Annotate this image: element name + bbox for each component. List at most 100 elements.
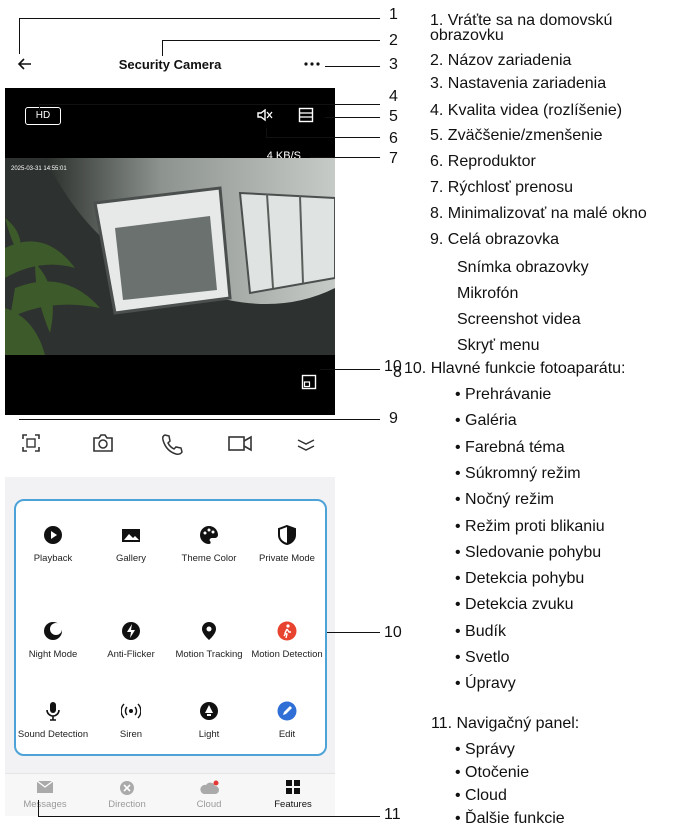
callout-number-10: 10 [384, 624, 402, 641]
feature-night-mode[interactable]: Night Mode [14, 621, 92, 660]
callout-line-4-drop [39, 104, 40, 112]
top-bar: Security Camera [5, 40, 335, 88]
feature-label: Playback [33, 553, 73, 564]
feature-label: Anti-Flicker [107, 649, 155, 660]
callout-line-4 [39, 104, 380, 105]
callout-line-6 [266, 137, 380, 138]
legend-video-screenshot: Screenshot videa [457, 311, 581, 328]
siren-icon [120, 701, 142, 721]
feature-bullet: • Detekcia pohybu [455, 570, 585, 588]
legend-4: 4. Kvalita videa (rozlíšenie) [430, 102, 623, 119]
mail-icon [36, 780, 54, 796]
callout-number-7: 7 [389, 150, 398, 167]
feature-bullet: • Súkromný režim [455, 464, 581, 482]
device-title: Security Camera [118, 57, 222, 72]
minimize-window-icon[interactable] [298, 371, 320, 393]
cloud-icon [200, 780, 219, 796]
fullscreen-icon[interactable] [17, 429, 45, 459]
zoom-icon[interactable] [295, 104, 317, 126]
direction-icon [118, 780, 136, 796]
speaker-muted-icon[interactable] [253, 104, 275, 126]
camera-snapshot-icon[interactable] [89, 429, 117, 459]
grid-icon [284, 780, 302, 796]
video-record-icon[interactable] [225, 429, 253, 459]
mic-icon [43, 701, 63, 721]
feature-bullet: • Svetlo [455, 649, 510, 666]
feature-bullet: • Farebná téma [455, 438, 565, 456]
nav-cloud[interactable]: Cloud [169, 780, 249, 810]
microphone-call-icon[interactable] [157, 429, 185, 459]
nav-bullet: • Otočenie [455, 764, 530, 781]
callout-line-11 [38, 816, 380, 817]
timestamp-overlay: 2025-03-31 14:55:01 [11, 166, 67, 172]
legend-9: 9. Celá obrazovka [430, 231, 559, 248]
callout-line-8 [320, 369, 380, 370]
callout-number-4: 4 [389, 88, 398, 105]
feature-playback[interactable]: Playback [14, 525, 92, 564]
legend-8: 8. Minimalizovať na malé okno [430, 205, 647, 222]
feature-sound-detection[interactable]: Sound Detection [14, 701, 92, 740]
camera-feed[interactable]: 2025-03-31 14:55:01 [5, 158, 335, 355]
callout-number-3: 3 [389, 56, 398, 73]
feature-gallery[interactable]: Gallery [92, 525, 170, 564]
more-options-icon[interactable] [299, 52, 325, 76]
callout-number-9: 9 [389, 410, 398, 427]
feature-label: Motion Tracking [175, 649, 243, 660]
nav-label: Messages [23, 799, 67, 810]
nav-features[interactable]: Features [253, 780, 333, 810]
feature-anti-flicker[interactable]: Anti-Flicker [92, 621, 170, 660]
feature-theme-color[interactable]: Theme Color [170, 525, 248, 564]
callout-line-2-drop [162, 40, 163, 56]
bolt-icon [121, 621, 141, 641]
feature-motion-detection[interactable]: Motion Detection [248, 621, 326, 660]
nav-messages[interactable]: Messages [5, 780, 85, 810]
feature-motion-tracking[interactable]: Motion Tracking [170, 621, 248, 660]
phone-screen: Security Camera HD 4 KB/S 2025-03-31 14:… [5, 40, 335, 816]
feature-label: Theme Color [181, 553, 237, 564]
callout-number-5: 5 [389, 108, 398, 125]
feature-siren[interactable]: Siren [92, 701, 170, 740]
shield-icon [277, 524, 297, 546]
feature-bullet: • Úpravy [455, 675, 516, 693]
feature-bullet: • Režim proti blikaniu [455, 517, 605, 535]
moon-icon [43, 621, 63, 641]
callout-number-8: 8 [393, 364, 402, 381]
feature-label: Private Mode [259, 553, 315, 564]
callout-line-11-drop [38, 800, 39, 816]
feature-private-mode[interactable]: Private Mode [248, 524, 326, 564]
nav-bullet: • Správy [455, 741, 515, 758]
callout-number-6: 6 [389, 130, 398, 147]
nav-direction[interactable]: Direction [87, 780, 167, 810]
feature-label: Motion Detection [251, 649, 323, 660]
legend-6: 6. Reproduktor [430, 153, 536, 170]
callout-number-2: 2 [389, 32, 398, 49]
legend-11: 11. Navigačný panel: [431, 715, 580, 732]
video-quality-button[interactable]: HD [25, 107, 61, 125]
nav-label: Cloud [196, 799, 222, 810]
feature-bullet: • Prehrávanie [455, 386, 552, 403]
feature-edit[interactable]: Edit [248, 701, 326, 740]
callout-line-3 [325, 66, 380, 67]
feature-label: Gallery [115, 553, 147, 564]
bottom-nav: Messages Direction Cloud Features [5, 773, 335, 816]
feature-bullet: • Galéria [455, 412, 517, 430]
pin-icon [199, 621, 219, 641]
video-footer [5, 355, 335, 415]
nav-bullet: • Cloud [455, 787, 507, 804]
callout-line-1-drop [19, 18, 20, 54]
legend-hide-menu: Skryť menu [457, 337, 540, 354]
feature-bullet: • Detekcia zvuku [455, 596, 574, 614]
video-header: HD 4 KB/S [5, 88, 335, 162]
image-icon [121, 525, 141, 545]
callout-line-10 [327, 632, 380, 633]
legend-2: 2. Názov zariadenia [430, 52, 572, 69]
feature-light[interactable]: Light [170, 701, 248, 740]
hide-menu-icon[interactable] [292, 429, 320, 459]
legend-screenshot: Snímka obrazovky [457, 259, 589, 276]
feature-label: Edit [278, 729, 296, 740]
feature-bullet: • Sledovanie pohybu [455, 543, 602, 561]
features-panel: Playback Gallery Theme Color Private Mod… [14, 499, 327, 756]
legend-3: 3. Nastavenia zariadenia [430, 75, 607, 92]
camera-feed-image: 2025-03-31 14:55:01 [5, 158, 335, 355]
callout-line-2 [162, 40, 380, 41]
